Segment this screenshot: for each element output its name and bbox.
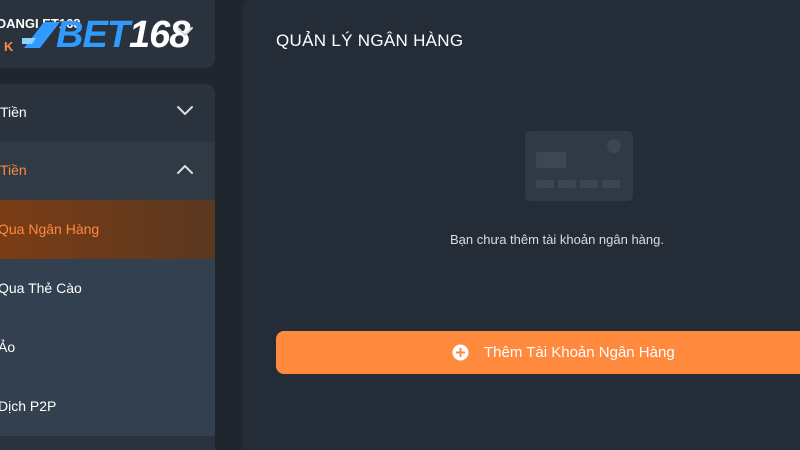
- bank-card-icon: [525, 131, 633, 201]
- user-card[interactable]: OANGI ET168 K BET168: [0, 0, 215, 68]
- brand-logo: BET168: [22, 12, 190, 56]
- chevron-down-icon[interactable]: [176, 26, 194, 38]
- sidebar-subitem-bank[interactable]: Qua Ngân Hàng: [0, 200, 215, 259]
- sidebar-item-withdraw[interactable]: Tiền: [0, 142, 215, 200]
- sidebar-subitem-label: Qua Ngân Hàng: [0, 221, 100, 237]
- sidebar-subitem-virtual[interactable]: Ảo: [0, 318, 215, 377]
- sidebar-subitem-label: Qua Thẻ Cào: [0, 280, 82, 296]
- sidebar-item-deposit[interactable]: Tiền: [0, 84, 215, 142]
- chevron-down-icon: [177, 106, 193, 115]
- logo-prefix: BET: [56, 14, 130, 56]
- empty-state-message: Bạn chưa thêm tài khoản ngân hàng.: [450, 232, 664, 247]
- sidebar-menu: Tiền Tiền Qua Ngân Hàng Qua Thẻ Cào Ảo D…: [0, 84, 215, 450]
- chevron-up-icon: [177, 165, 193, 174]
- bank-management-panel: QUẢN LÝ NGÂN HÀNG Bạn chưa thêm tài khoả…: [242, 0, 800, 450]
- sidebar-subitem-p2p[interactable]: Dịch P2P: [0, 377, 215, 436]
- sidebar-item-label: Tiền: [0, 162, 27, 178]
- page-title: QUẢN LÝ NGÂN HÀNG: [276, 31, 464, 50]
- add-bank-account-button[interactable]: Thêm Tài Khoản Ngân Hàng: [276, 331, 800, 374]
- plus-circle-icon: [452, 344, 469, 361]
- sidebar-subitem-label: Ảo: [0, 339, 16, 355]
- add-bank-account-label: Thêm Tài Khoản Ngân Hàng: [484, 344, 675, 361]
- sidebar-subitem-card[interactable]: Qua Thẻ Cào: [0, 259, 215, 318]
- user-balance: K: [4, 39, 14, 54]
- sidebar-subitem-label: Dịch P2P: [0, 398, 57, 414]
- sidebar-item-label: Tiền: [0, 104, 27, 120]
